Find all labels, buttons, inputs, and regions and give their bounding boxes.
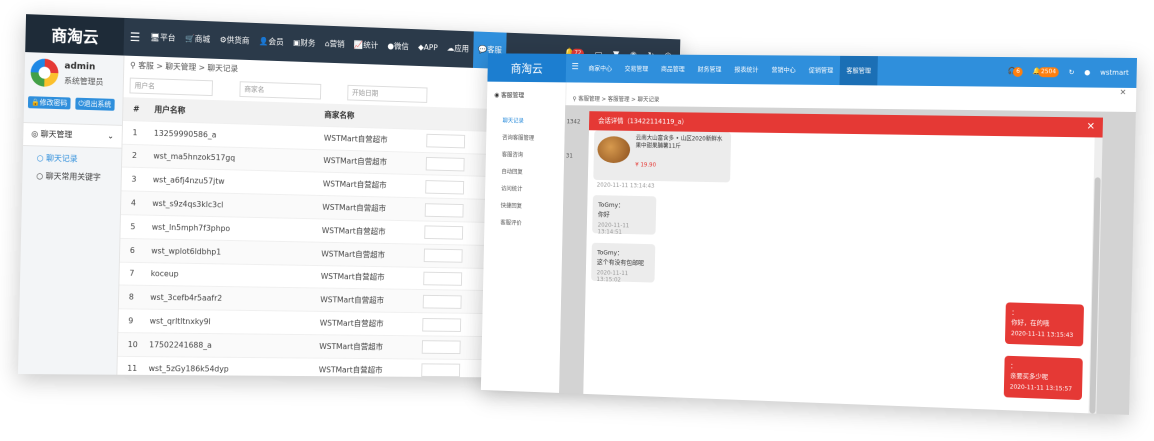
product-name: 云南大山富含多 • 山区2020新鲜水果中甜果脯薯11斤 — [635, 134, 723, 150]
nav-stats[interactable]: 📈统计 — [349, 27, 383, 65]
background-row: 1342 — [566, 118, 581, 126]
sidebar-group-cs[interactable]: ◉ 客服管理 — [494, 89, 524, 99]
logout-button[interactable]: ⏻退出系统 — [75, 97, 115, 111]
app-logo: 商淘云 — [25, 14, 125, 56]
nav-apps[interactable]: ☁应用 — [442, 30, 474, 68]
nav-reports[interactable]: 报表统计 — [728, 55, 766, 84]
start-date-input[interactable]: 开始日期 — [347, 84, 428, 103]
user-name[interactable]: wstmart — [1100, 69, 1129, 77]
sidebar-item-cs-rating[interactable]: 客服评价 — [500, 218, 521, 227]
message-right: ： 亲要买多少呢 2020-11-11 13:15:57 — [1003, 355, 1083, 401]
nav-trade[interactable]: 交易管理 — [618, 54, 655, 83]
avatar — [30, 58, 59, 88]
sidebar-group-chat[interactable]: ◎ 聊天管理 ⌄ — [23, 122, 122, 149]
merchant-window: 商淘云 ☰ 商家中心 交易管理 商品管理 财务管理 报表统计 营销中心 促销管理… — [480, 53, 1138, 415]
chat-history[interactable]: 云南大山富含多 • 山区2020新鲜水果中甜果脯薯11斤 ¥ 19.90 202… — [583, 130, 1095, 414]
menu-toggle-icon[interactable]: ☰ — [130, 30, 141, 44]
sidebar-item-auto-reply[interactable]: 自动回复 — [501, 167, 522, 176]
headset-icon[interactable]: 🎧6 — [1008, 67, 1023, 77]
background-row: 31 — [565, 152, 573, 160]
nav-goods[interactable]: 商品管理 — [654, 55, 691, 84]
merchant-logo: 商淘云 — [487, 53, 567, 83]
nav-promotion[interactable]: 促销管理 — [802, 56, 840, 86]
bell-icon[interactable]: 🔔2504 — [1032, 67, 1060, 78]
breadcrumb: ⚲ 客服 > 聊天管理 > 聊天记录 — [130, 60, 239, 74]
chat-group-icon: ◎ — [31, 129, 39, 139]
message-left: ToGmy： 这个有没有包邮呢 2020-11-11 13:15:02 — [591, 242, 656, 284]
nav-marketing[interactable]: ⌂营销 — [320, 25, 350, 63]
admin-name: admin — [64, 61, 96, 73]
nav-merchant-center[interactable]: 商家中心 — [582, 54, 619, 83]
change-password-button[interactable]: 🔒修改密码 — [27, 96, 71, 110]
sidebar-item-chat-keywords[interactable]: ○ 聊天常用关键字 — [36, 170, 101, 183]
nav-app[interactable]: ◆APP — [413, 29, 443, 67]
user-avatar[interactable]: ● — [1084, 69, 1090, 77]
sidebar-item-chat-records[interactable]: ○ 聊天记录 — [37, 152, 78, 164]
chat-detail-modal: 会话详情（13422114119_a） ✕ 云南大山富含多 • 山区2020新鲜… — [583, 111, 1104, 414]
bell-badge: 2504 — [1038, 67, 1060, 78]
nav-finance[interactable]: ▣财务 — [288, 24, 320, 62]
message-time: 2020-11-11 13:14:43 — [596, 181, 655, 190]
sidebar-item-visit-stats[interactable]: 访问统计 — [501, 184, 522, 193]
sidebar-item-consult-manage[interactable]: 咨询客服管理 — [502, 133, 534, 142]
close-tab-icon[interactable]: ✕ — [1120, 88, 1127, 97]
nav-member[interactable]: 👤会员 — [254, 23, 289, 61]
nav-marketing[interactable]: 营销中心 — [765, 55, 803, 84]
nav-platform[interactable]: 🖥平台 — [145, 19, 181, 58]
nav-supplier[interactable]: ⚙供货商 — [215, 21, 255, 60]
nav-finance[interactable]: 财务管理 — [691, 55, 728, 84]
user-name-input[interactable]: 用户名 — [129, 77, 213, 97]
refresh-icon[interactable]: ↻ — [1069, 68, 1075, 76]
nav-mall[interactable]: 🛒商城 — [180, 20, 215, 59]
nav-customer-service[interactable]: 客服管理 — [839, 55, 878, 86]
message-right: ： 你好，在的哦 2020-11-11 13:15:43 — [1004, 302, 1085, 347]
merchant-sidebar: ◉ 客服管理 聊天记录 咨询客服管理 客服咨询 自动回复 访问统计 快捷回复 客… — [480, 81, 567, 393]
nav-wechat[interactable]: ●微信 — [382, 28, 413, 66]
shop-name-input[interactable]: 商家名 — [239, 81, 322, 100]
sidebar: admin 系统管理员 🔒修改密码 ⏻退出系统 ◎ 聊天管理 ⌄ ○ 聊天记录 … — [17, 52, 125, 375]
product-price: ¥ 19.90 — [635, 161, 657, 169]
headset-badge: 6 — [1013, 66, 1023, 77]
breadcrumb: ⚲ 客服管理 > 客服管理 > 聊天记录 — [572, 95, 660, 104]
admin-role: 系统管理员 — [64, 76, 104, 87]
menu-toggle-icon[interactable]: ☰ — [571, 62, 578, 72]
chevron-down-icon: ⌄ — [107, 131, 115, 141]
product-image — [597, 136, 631, 164]
sidebar-item-chat-records[interactable]: 聊天记录 — [502, 116, 523, 125]
close-icon[interactable]: ✕ — [1086, 117, 1096, 137]
sidebar-item-quick-reply[interactable]: 快捷回复 — [501, 201, 522, 210]
sidebar-item-consult[interactable]: 客服咨询 — [502, 150, 523, 159]
merchant-navbar: 商淘云 ☰ 商家中心 交易管理 商品管理 财务管理 报表统计 营销中心 促销管理… — [487, 53, 1138, 88]
message-left: ToGmy： 你好 2020-11-11 13:14:51 — [592, 195, 657, 236]
product-card[interactable]: 云南大山富含多 • 山区2020新鲜水果中甜果脯薯11斤 ¥ 19.90 — [593, 130, 732, 183]
